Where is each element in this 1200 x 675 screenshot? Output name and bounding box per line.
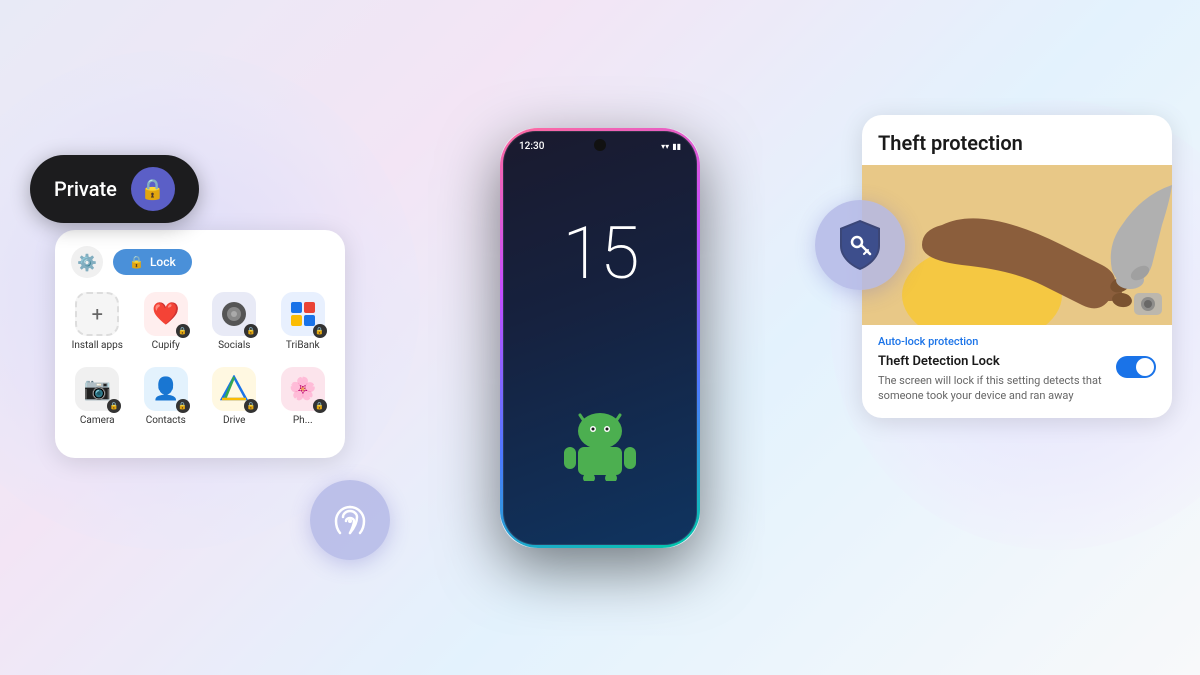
phone-time: 12:30 (519, 141, 544, 152)
socials-label: Socials (218, 340, 250, 351)
theft-protection-card: Theft protection Auto-lock protection (862, 115, 1172, 418)
signal-icon: ▮▮ (672, 142, 681, 151)
camera-label: Camera (80, 415, 115, 426)
theft-card-title: Theft protection (862, 115, 1172, 165)
tribank-label: TriBank (286, 340, 320, 351)
lock-badge: 🔒 (313, 324, 327, 338)
gear-icon[interactable]: ⚙️ (71, 246, 103, 278)
contacts-label: Contacts (146, 415, 186, 426)
android-mascot (560, 411, 640, 485)
photos-icon: 🌸 🔒 (281, 367, 325, 411)
contacts-icon: 👤 🔒 (144, 367, 188, 411)
app-contacts[interactable]: 👤 🔒 Contacts (140, 367, 193, 426)
app-tribank[interactable]: 🔒 TriBank (277, 292, 330, 351)
install-apps-icon: + (75, 292, 119, 336)
drive-icon: 🔒 (212, 367, 256, 411)
app-drive[interactable]: 🔒 Drive (208, 367, 261, 426)
phone-wrapper: 12:30 ▾▾ ▮▮ 15 (500, 128, 700, 548)
lock-badge: 🔒 (107, 399, 121, 413)
photos-label: Ph... (293, 415, 313, 426)
status-bar: 12:30 ▾▾ ▮▮ (503, 141, 697, 152)
socials-icon: 🔒 (212, 292, 256, 336)
cupify-icon: ❤️ 🔒 (144, 292, 188, 336)
lock-btn-label: Lock (150, 255, 176, 269)
theft-card-image (862, 165, 1172, 325)
app-grid-header: ⚙️ 🔒 Lock (71, 246, 329, 278)
fingerprint-bubble (310, 480, 390, 560)
auto-lock-label: Auto-lock protection (878, 335, 1156, 348)
cupify-label: Cupify (152, 340, 180, 351)
lock-badge: 🔒 (313, 399, 327, 413)
shield-bubble (815, 200, 905, 290)
wifi-icon: ▾▾ (661, 142, 669, 151)
phone-clock: 15 (562, 211, 637, 296)
app-socials[interactable]: 🔒 Socials (208, 292, 261, 351)
theft-card-bottom: Auto-lock protection Theft Detection Loc… (862, 325, 1172, 418)
lock-badge: 🔒 (176, 399, 190, 413)
lock-badge: 🔒 (176, 324, 190, 338)
apps-row-2: 📷 🔒 Camera 👤 🔒 Contacts 🔒 Drive 🌸 🔒 (71, 367, 329, 426)
apps-row-1: + Install apps ❤️ 🔒 Cupify 🔒 Socials 🔒 T… (71, 292, 329, 351)
drive-label: Drive (223, 415, 245, 426)
theft-detection-text: Theft Detection Lock The screen will loc… (878, 354, 1106, 404)
app-cupify[interactable]: ❤️ 🔒 Cupify (140, 292, 193, 351)
app-install[interactable]: + Install apps (71, 292, 124, 351)
lock-button[interactable]: 🔒 Lock (113, 249, 192, 275)
phone: 12:30 ▾▾ ▮▮ 15 (500, 128, 700, 548)
lock-badge: 🔒 (244, 324, 258, 338)
install-apps-label: Install apps (72, 340, 123, 351)
lock-btn-icon: 🔒 (129, 255, 144, 269)
theft-detection-desc: The screen will lock if this setting det… (878, 373, 1106, 404)
private-lock-circle: 🔒 (131, 167, 175, 211)
lock-badge: 🔒 (244, 399, 258, 413)
phone-signal-icons: ▾▾ ▮▮ (661, 142, 681, 151)
theft-detection-row: Theft Detection Lock The screen will loc… (878, 354, 1156, 404)
tribank-icon: 🔒 (281, 292, 325, 336)
private-label: Private (54, 177, 117, 201)
theft-detection-title: Theft Detection Lock (878, 354, 1106, 369)
app-photos[interactable]: 🌸 🔒 Ph... (277, 367, 330, 426)
theft-detection-toggle[interactable] (1116, 356, 1156, 378)
app-camera[interactable]: 📷 🔒 Camera (71, 367, 124, 426)
camera-app-icon: 📷 🔒 (75, 367, 119, 411)
app-grid-card: ⚙️ 🔒 Lock + Install apps ❤️ 🔒 Cupify 🔒 S… (55, 230, 345, 458)
private-toggle[interactable]: Private 🔒 (30, 155, 199, 223)
lock-icon: 🔒 (140, 177, 165, 201)
